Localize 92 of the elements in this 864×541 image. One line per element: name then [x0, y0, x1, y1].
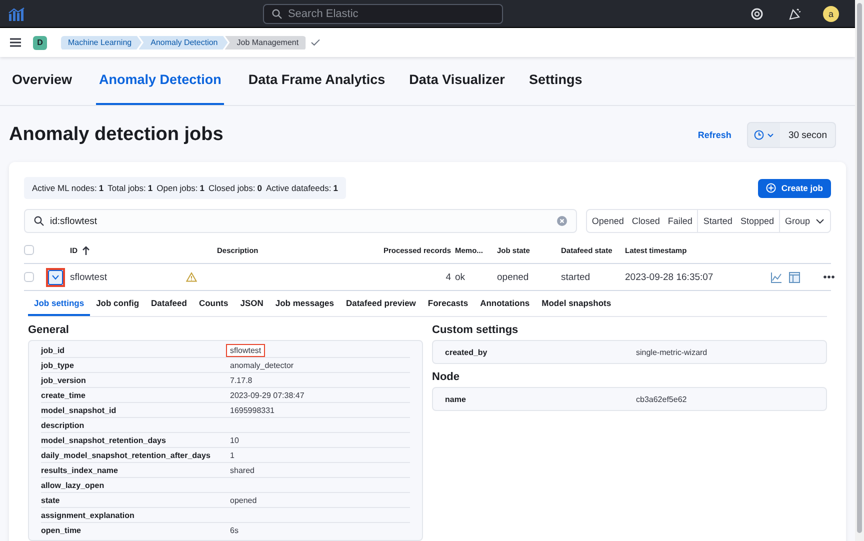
setting-key: open_time	[41, 526, 229, 535]
detail-tab[interactable]: JSON	[234, 291, 270, 316]
setting-value: cb3a62ef5e62	[635, 394, 688, 406]
search-icon	[272, 8, 282, 18]
breadcrumb[interactable]: Job Management	[224, 36, 306, 50]
setting-value: single-metric-wizard	[635, 346, 708, 358]
setting-key: model_snapshot_retention_days	[41, 436, 229, 444]
page-title: Anomaly detection jobs	[9, 124, 224, 146]
detail-tab[interactable]: Job settings	[28, 291, 90, 316]
menu-icon[interactable]	[10, 38, 21, 47]
setting-key: state	[41, 496, 229, 504]
setting-key: results_index_name	[41, 466, 229, 474]
detail-tab[interactable]: Datafeed	[145, 291, 193, 316]
setting-value: 6s	[229, 525, 240, 537]
interval-text: 30 secon	[780, 123, 835, 147]
space-avatar[interactable]: D	[33, 36, 47, 50]
setting-key: allow_lazy_open	[41, 480, 229, 490]
detail-tab[interactable]: Forecasts	[422, 291, 474, 316]
chevron-down-icon	[816, 218, 824, 224]
nav-tab[interactable]: Overview	[12, 57, 72, 105]
setting-key: create_time	[41, 390, 229, 400]
breadcrumb[interactable]: Machine Learning	[61, 36, 142, 50]
table-cell-text: 4	[446, 272, 452, 282]
setting-value: 7.17.8	[229, 374, 254, 386]
setting-value: 1695998331	[229, 404, 276, 416]
search-input[interactable]: id:sflowtest	[50, 216, 551, 226]
detail-tab[interactable]: Model snapshots	[536, 291, 618, 316]
help-icon[interactable]	[751, 8, 763, 20]
filter-button[interactable]: Opened	[586, 210, 628, 232]
job-stats: Active ML nodes: 1 Total jobs: 1 Open jobs: 1 Closed jobs: 0 Active datafeeds: 1	[24, 177, 346, 199]
setting-key: created_by	[445, 348, 635, 356]
detail-tab[interactable]: Job messages	[269, 291, 340, 316]
clock-icon	[754, 130, 764, 140]
logo-icon[interactable]	[8, 6, 26, 20]
table-cell-text: 2023-09-28 16:35:07	[625, 272, 714, 282]
party-icon[interactable]	[789, 8, 801, 20]
chevron-down-icon	[767, 132, 774, 138]
setting-value: sflowtest	[226, 344, 266, 356]
setting-key: assignment_explanation	[41, 510, 229, 520]
table-icon[interactable]	[789, 272, 800, 282]
search-field[interactable]: id:sflowtest	[24, 209, 577, 233]
select-all-checkbox[interactable]	[24, 245, 34, 255]
scrollbar[interactable]	[855, 0, 864, 541]
refresh-button[interactable]: Refresh	[692, 129, 738, 141]
setting-key: job_id	[41, 346, 229, 354]
filter-button[interactable]: Closed	[628, 210, 664, 232]
detail-tab[interactable]: Job config	[90, 291, 146, 316]
nav-tab[interactable]: Data Frame Analytics	[248, 57, 386, 105]
setting-key: job_version	[41, 376, 229, 384]
section-title: Custom settings	[432, 324, 520, 336]
chart-icon[interactable]	[771, 272, 782, 282]
user-avatar[interactable]: a	[823, 6, 839, 22]
setting-key: model_snapshot_id	[41, 406, 229, 414]
setting-key: description	[41, 420, 229, 430]
section-title: Node	[432, 371, 460, 383]
setting-key: name	[445, 394, 635, 404]
search-field[interactable]: Search Elastic	[262, 4, 503, 24]
refresh-interval-picker[interactable]: 30 secon	[747, 122, 836, 148]
search-input[interactable]: Search Elastic	[288, 8, 488, 20]
setting-value: 2023-09-29 07:38:47	[229, 390, 306, 402]
section-title: General	[28, 324, 70, 336]
setting-key: job_type	[41, 360, 229, 370]
setting-value: shared	[229, 464, 256, 476]
setting-value: 1	[229, 450, 236, 462]
clear-icon[interactable]	[556, 216, 567, 226]
detail-tab[interactable]: Datafeed preview	[340, 291, 422, 316]
chevron-down-icon	[52, 274, 59, 280]
row-checkbox[interactable]	[24, 272, 34, 282]
setting-value: anomaly_detector	[229, 360, 295, 372]
nav-tab[interactable]: Data Visualizer	[409, 57, 505, 105]
setting-value: 10	[229, 434, 240, 446]
table-cell-text: opened	[497, 272, 530, 282]
filter-button[interactable]: Failed	[664, 210, 698, 232]
more-icon[interactable]	[823, 275, 835, 279]
nav-tab[interactable]: Anomaly Detection	[96, 57, 224, 105]
setting-key: daily_model_snapshot_retention_after_days	[41, 450, 229, 460]
detail-tab[interactable]: Counts	[192, 291, 234, 316]
filter-button[interactable]: Stopped	[736, 210, 779, 232]
detail-tab[interactable]: Annotations	[474, 291, 536, 316]
group-filter-button[interactable]: Group	[780, 210, 830, 232]
setting-value: opened	[229, 494, 258, 506]
table-cell-text: started	[561, 272, 592, 282]
plus-circle-icon	[766, 183, 776, 193]
table-cell-text: ok	[455, 272, 466, 282]
expand-row-button[interactable]	[46, 268, 65, 286]
create-job-button[interactable]: Create job	[758, 178, 831, 198]
breadcrumb[interactable]: Anomaly Detection	[138, 36, 228, 50]
search-icon	[34, 216, 44, 226]
nav-tab[interactable]: Settings	[528, 57, 582, 105]
check-icon	[310, 39, 320, 46]
filter-button[interactable]: Started	[698, 210, 736, 232]
table-cell-text: sflowtest	[70, 272, 108, 282]
